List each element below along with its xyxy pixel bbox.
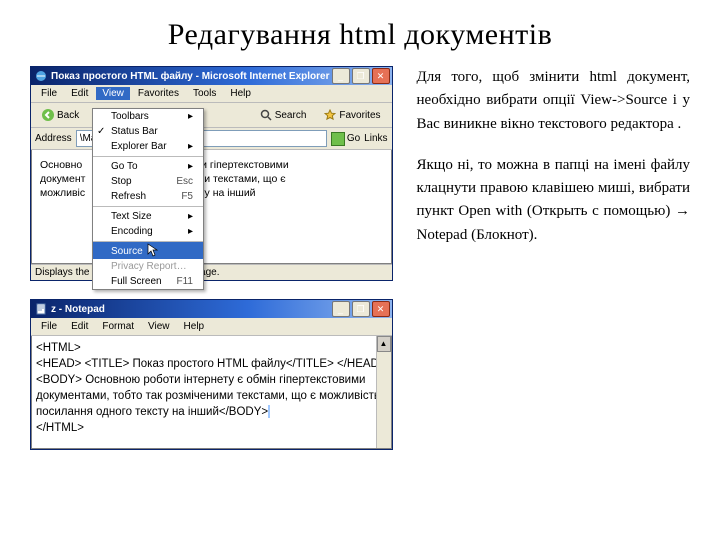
menu-help[interactable]: Help [224,87,257,100]
ie-status-bar: Displays the source (HTML) for this page… [31,264,392,280]
ie-viewport: Основнообми гіпертекстовими документеним… [31,150,392,264]
notepad-window: z - Notepad _ ❐ ✕ FileEditFormatViewHelp… [30,299,393,450]
menu-item-encoding[interactable]: Encoding▸ [93,224,203,239]
back-icon [42,109,54,121]
favorites-button[interactable]: Favorites [317,106,387,124]
back-label: Back [57,110,79,121]
menu-item-full-screen[interactable]: Full ScreenF11 [93,274,203,289]
menu-edit[interactable]: Edit [65,320,94,333]
address-label: Address [35,133,72,144]
code-line: <HEAD> <TITLE> Показ простого HTML файлу… [36,356,387,372]
menu-item-toolbars[interactable]: Toolbars▸ [93,109,203,124]
view-menu-dropdown[interactable]: Toolbars▸✓Status BarExplorer Bar▸Go To▸S… [92,108,204,290]
back-button[interactable]: Back [35,106,86,124]
search-icon [260,109,272,121]
paragraph: Для того, щоб змінити html документ, нео… [417,66,690,136]
search-button[interactable]: Search [253,106,314,124]
ie-menubar[interactable]: FileEditViewFavoritesToolsHelp [31,85,392,103]
paragraph: Якщо ні, то можна в папці на імені файлу… [417,154,690,247]
menu-file[interactable]: File [35,320,63,333]
maximize-button[interactable]: ❐ [352,68,370,84]
code-line: документами, тобто так розміченими текст… [36,388,387,404]
ie-titlebar: Показ простого HTML файлу - Microsoft In… [31,67,392,85]
scrollbar[interactable]: ▲ [376,336,391,448]
code-line: посилання одного тексту на інший</BODY> [36,404,387,420]
np-menubar[interactable]: FileEditFormatViewHelp [31,318,392,336]
address-bar: Address Go Links [31,128,392,150]
go-icon [331,132,345,146]
menu-item-status-bar[interactable]: ✓Status Bar [93,124,203,139]
go-label: Go [347,133,360,144]
notepad-icon [35,303,47,315]
menu-item-stop[interactable]: StopEsc [93,174,203,189]
menu-item-privacy-report-: Privacy Report… [93,259,203,274]
ie-window: Показ простого HTML файлу - Microsoft In… [30,66,393,281]
ie-icon [35,70,47,82]
minimize-button[interactable]: _ [332,301,350,317]
menu-tools[interactable]: Tools [187,87,222,100]
menu-item-text-size[interactable]: Text Size▸ [93,206,203,224]
menu-item-go-to[interactable]: Go To▸ [93,156,203,174]
menu-item-explorer-bar[interactable]: Explorer Bar▸ [93,139,203,154]
menu-edit[interactable]: Edit [65,87,94,100]
favorites-label: Favorites [339,110,380,121]
menu-help[interactable]: Help [178,320,211,333]
ie-title: Показ простого HTML файлу - Microsoft In… [51,71,330,82]
close-button[interactable]: ✕ [372,68,390,84]
article-text: Для того, щоб змінити html документ, нео… [417,66,690,450]
menu-file[interactable]: File [35,87,63,100]
menu-item-refresh[interactable]: RefreshF5 [93,189,203,204]
search-label: Search [275,110,307,121]
menu-view[interactable]: View [96,87,130,100]
star-icon [324,109,336,121]
scroll-up-icon[interactable]: ▲ [377,336,391,352]
menu-format[interactable]: Format [96,320,140,333]
close-button[interactable]: ✕ [372,301,390,317]
maximize-button[interactable]: ❐ [352,301,370,317]
menu-favorites[interactable]: Favorites [132,87,185,100]
ie-toolbar: Back Search [31,103,392,128]
np-title: z - Notepad [51,304,330,315]
code-line: <BODY> Основною роботи інтернету є обмін… [36,372,387,388]
menu-item-source[interactable]: Source [93,241,203,259]
minimize-button[interactable]: _ [332,68,350,84]
links-label: Links [364,133,387,144]
notepad-textarea[interactable]: <HTML><HEAD> <TITLE> Показ простого HTML… [31,336,392,449]
go-button[interactable]: Go [331,132,360,146]
code-line: </HTML> [36,420,387,436]
np-titlebar: z - Notepad _ ❐ ✕ [31,300,392,318]
code-line: <HTML> [36,340,387,356]
page-title: Редагування html документів [30,18,690,52]
menu-view[interactable]: View [142,320,176,333]
